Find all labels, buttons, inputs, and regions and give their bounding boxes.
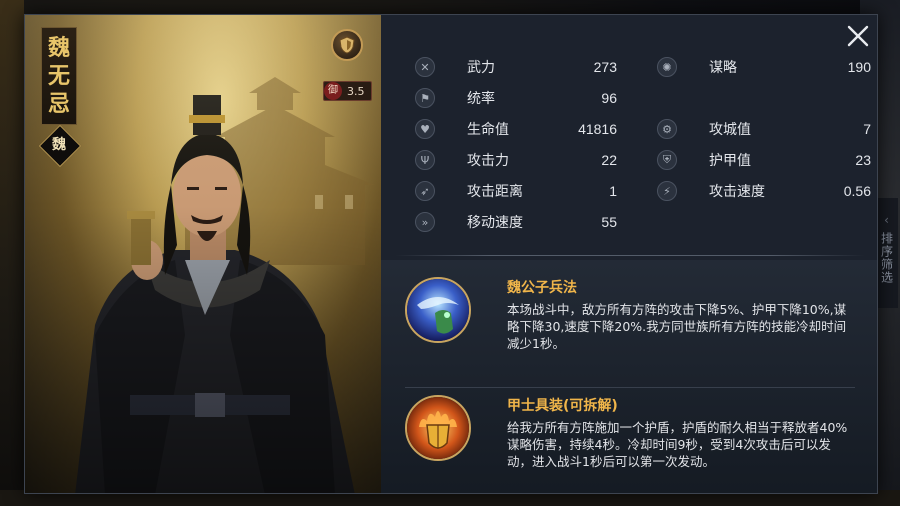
stat-value: 55 (601, 214, 617, 230)
stat-value: 1 (609, 183, 617, 199)
water-dragon-skill-icon (405, 277, 471, 343)
stat-label: 武力 (467, 60, 495, 76)
stat-label: 攻击速度 (709, 184, 765, 200)
stat-row: ✕ 武力 273 (415, 57, 617, 77)
defense-value: 3.5 (347, 84, 365, 98)
faction-label: 魏 (52, 137, 66, 153)
crossed-swords-icon: ✕ (415, 57, 435, 77)
skill-entry[interactable]: 魏公子兵法 本场战斗中，敌方所有方阵的攻击下降5%、护甲下降10%,谋略下降30… (405, 277, 865, 369)
defense-tag: 御 3.5 (323, 81, 372, 101)
catapult-icon: ⚙ (657, 119, 677, 139)
skill-description: 本场战斗中，敌方所有方阵的攻击下降5%、护甲下降10%,谋略下降30,速度下降2… (507, 302, 847, 351)
skill-entry[interactable]: 甲士具装(可拆解) 给我方所有方阵施加一个护盾，护盾的耐久相当于释放者40%谋略… (405, 395, 865, 487)
stat-row: Ψ 攻击力 22 (415, 150, 617, 170)
stat-row: ⚙ 攻城值 7 (657, 119, 871, 139)
bow-icon: ➶ (415, 181, 435, 201)
stat-label: 移动速度 (467, 215, 523, 231)
close-icon (847, 25, 869, 47)
fire-shield-skill-icon (405, 395, 471, 461)
section-divider (395, 255, 865, 256)
shield-icon: ⛨ (657, 150, 677, 170)
stat-row: ⚑ 统率 96 (415, 88, 617, 108)
stat-label: 攻击距离 (467, 184, 523, 200)
game-screen: ‹ 排序筛选 魏 无 忌 魏 御 3.5 ✕ 武力 273 ⚑ 统率 96 ♥ … (0, 0, 900, 506)
stat-value: 273 (593, 59, 617, 75)
stat-value: 0.56 (843, 183, 871, 199)
stat-row: » 移动速度 55 (415, 212, 617, 232)
stat-row: ♥ 生命值 41816 (415, 119, 617, 139)
sort-filter-label: 排序筛选 (879, 232, 894, 284)
name-char: 无 (47, 63, 70, 89)
defense-icon: 御 (324, 82, 342, 100)
heart-icon: ♥ (415, 119, 435, 139)
general-detail-dialog: 魏 无 忌 魏 御 3.5 ✕ 武力 273 ⚑ 统率 96 ♥ 生命值 418… (24, 14, 878, 494)
stat-value: 23 (855, 152, 871, 168)
skill-name: 甲士具装(可拆解) (507, 398, 618, 414)
stat-row: ✺ 谋略 190 (657, 57, 871, 77)
shield-badge-icon[interactable] (331, 29, 363, 61)
stat-value: 22 (601, 152, 617, 168)
stat-row: ⚡ 攻击速度 0.56 (657, 181, 871, 201)
stat-value: 7 (863, 121, 871, 137)
close-button[interactable] (845, 23, 871, 49)
stat-label: 护甲值 (709, 153, 751, 169)
general-name-plate: 魏 无 忌 (41, 27, 77, 125)
name-char: 魏 (47, 35, 70, 61)
banner-icon: ⚑ (415, 88, 435, 108)
stat-label: 统率 (467, 91, 495, 107)
brain-icon: ✺ (657, 57, 677, 77)
stat-label: 攻城值 (709, 122, 751, 138)
stat-value: 96 (601, 90, 617, 106)
skill-divider (405, 387, 855, 388)
attack-speed-icon: ⚡ (657, 181, 677, 201)
trident-icon: Ψ (415, 150, 435, 170)
stats-panel: ✕ 武力 273 ⚑ 统率 96 ♥ 生命值 41816 Ψ 攻击力 22 ➶ … (409, 55, 871, 255)
chevron-left-icon: ‹ (884, 213, 889, 227)
skill-description: 给我方所有方阵施加一个护盾，护盾的耐久相当于释放者40%谋略伤害，持续4秒。冷却… (507, 420, 848, 469)
background-left (0, 0, 24, 506)
stat-value: 41816 (578, 121, 617, 137)
stat-label: 攻击力 (467, 153, 509, 169)
name-char: 忌 (47, 91, 70, 117)
stat-row: ⛨ 护甲值 23 (657, 150, 871, 170)
stat-label: 生命值 (467, 122, 509, 138)
stat-label: 谋略 (709, 60, 737, 76)
general-portrait: 魏 无 忌 魏 御 3.5 (25, 15, 381, 493)
stat-value: 190 (847, 59, 871, 75)
skill-name: 魏公子兵法 (507, 280, 577, 296)
boot-icon: » (415, 212, 435, 232)
stat-row: ➶ 攻击距离 1 (415, 181, 617, 201)
